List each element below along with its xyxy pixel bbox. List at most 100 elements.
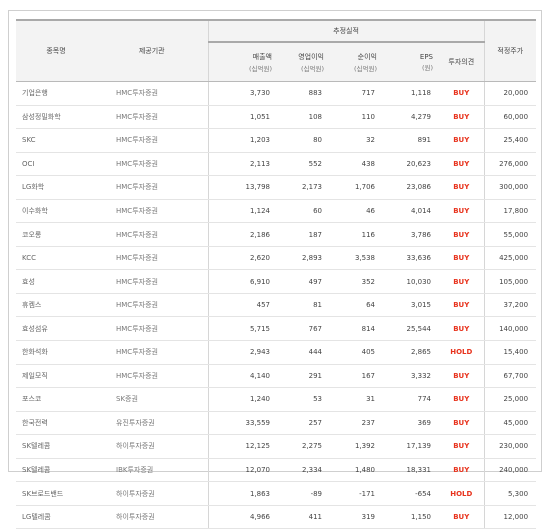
revenue-cell: 3,730	[207, 81, 278, 106]
stock-name-cell: LG화학	[16, 175, 96, 200]
table-row: SK텔레콤 IBK투자증권 12,070 2,334 1,480 18,331 BUY 240…	[16, 458, 537, 483]
revenue-cell: 1,863	[207, 481, 278, 506]
col-header-target: 적정주가	[483, 19, 537, 82]
target-price-cell: 60,000	[483, 105, 537, 130]
op-profit-cell: 2,275	[278, 434, 330, 459]
eps-cell: 23,086	[383, 175, 439, 200]
eps-cell: 1,118	[383, 81, 439, 106]
eps-cell: 3,786	[383, 222, 439, 247]
revenue-cell: 1,203	[207, 128, 278, 153]
opinion-cell: BUY	[439, 152, 485, 177]
stock-name-cell: 휴켐스	[16, 293, 96, 318]
net-profit-cell: 32	[330, 128, 383, 153]
stock-name-cell: SKC	[16, 128, 96, 153]
provider-cell: HMC투자증권	[96, 293, 208, 318]
table-row: 삼성정밀화학 HMC투자증권 1,051 108 110 4,279 BUY 60,000	[16, 105, 537, 130]
op-profit-cell: 53	[278, 387, 330, 412]
net-profit-cell: 64	[330, 293, 383, 318]
provider-cell: HMC투자증권	[96, 81, 208, 106]
eps-cell: 4,014	[383, 199, 439, 224]
eps-cell: 774	[383, 387, 439, 412]
eps-cell: 3,332	[383, 364, 439, 389]
net-profit-cell: 3,538	[330, 246, 383, 271]
op-profit-cell: 187	[278, 222, 330, 247]
revenue-cell: 13,798	[207, 175, 278, 200]
opinion-cell: BUY	[439, 458, 485, 483]
revenue-cell: 2,943	[207, 340, 278, 365]
target-price-cell: 67,700	[483, 364, 537, 389]
stock-name-cell: SK텔레콤	[16, 434, 96, 459]
op-profit-unit: (십억원)	[300, 64, 324, 73]
table-row: 한국전력 유진투자증권 33,559 257 237 369 BUY 45,000	[16, 411, 537, 436]
opinion-cell: HOLD	[439, 340, 485, 365]
target-price-cell: 240,000	[483, 458, 537, 483]
opinion-cell: BUY	[439, 411, 485, 436]
stock-name-cell: 한화석화	[16, 340, 96, 365]
op-profit-cell: 552	[278, 152, 330, 177]
eps-cell: 2,865	[383, 340, 439, 365]
net-profit-cell: 1,706	[330, 175, 383, 200]
eps-cell: -654	[383, 481, 439, 506]
op-profit-cell: 2,893	[278, 246, 330, 271]
eps-cell: 10,030	[383, 269, 439, 294]
provider-cell: IBK투자증권	[96, 458, 208, 483]
revenue-cell: 1,240	[207, 387, 278, 412]
opinion-cell: BUY	[439, 316, 485, 342]
revenue-cell: 12,125	[207, 434, 278, 459]
net-profit-cell: 814	[330, 316, 383, 342]
target-price-cell: 276,000	[483, 152, 537, 177]
col-header-net-profit: 순이익 (십억원)	[330, 41, 383, 82]
target-price-cell: 230,000	[483, 434, 537, 459]
opinion-cell: BUY	[439, 387, 485, 412]
revenue-cell: 6,910	[207, 269, 278, 294]
opinion-cell: BUY	[439, 128, 485, 153]
table-body: 기업은행 HMC투자증권 3,730 883 717 1,118 BUY 20,000 삼성정밀…	[16, 81, 537, 529]
opinion-cell: HOLD	[439, 481, 485, 506]
table-row: 한화석화 HMC투자증권 2,943 444 405 2,865 HOLD 15,400	[16, 340, 537, 365]
revenue-cell: 33,559	[207, 411, 278, 436]
net-profit-cell: 110	[330, 105, 383, 130]
table-row: 제일모직 HMC투자증권 4,140 291 167 3,332 BUY 67,700	[16, 364, 537, 389]
stock-name-cell: SK텔레콤	[16, 458, 96, 483]
target-price-cell: 20,000	[483, 81, 537, 106]
col-header-revenue: 매출액 (십억원)	[207, 41, 278, 82]
stock-name-cell: 제일모직	[16, 364, 96, 389]
op-profit-cell: 291	[278, 364, 330, 389]
target-price-cell: 105,000	[483, 269, 537, 294]
opinion-cell: BUY	[439, 175, 485, 200]
target-price-cell: 425,000	[483, 246, 537, 271]
net-profit-unit: (십억원)	[353, 64, 377, 73]
net-profit-cell: 405	[330, 340, 383, 365]
op-profit-cell: 60	[278, 199, 330, 224]
provider-cell: HMC투자증권	[96, 269, 208, 294]
eps-cell: 25,544	[383, 316, 439, 342]
net-profit-cell: 438	[330, 152, 383, 177]
provider-cell: HMC투자증권	[96, 246, 208, 271]
revenue-cell: 4,966	[207, 505, 278, 529]
net-profit-cell: 167	[330, 364, 383, 389]
target-price-cell: 45,000	[483, 411, 537, 436]
op-profit-cell: 2,173	[278, 175, 330, 200]
stock-name-cell: 효성	[16, 269, 96, 294]
stock-name-cell: 효성섬유	[16, 316, 96, 342]
revenue-cell: 457	[207, 293, 278, 318]
opinion-cell: BUY	[439, 246, 485, 271]
op-profit-cell: 80	[278, 128, 330, 153]
revenue-cell: 12,070	[207, 458, 278, 483]
provider-cell: HMC투자증권	[96, 199, 208, 224]
op-profit-cell: 497	[278, 269, 330, 294]
target-price-cell: 55,000	[483, 222, 537, 247]
net-profit-cell: 352	[330, 269, 383, 294]
provider-cell: HMC투자증권	[96, 364, 208, 389]
table-row: OCI HMC투자증권 2,113 552 438 20,623 BUY 276,000	[16, 152, 537, 177]
eps-cell: 3,015	[383, 293, 439, 318]
op-profit-cell: 81	[278, 293, 330, 318]
net-profit-cell: -171	[330, 481, 383, 506]
provider-cell: HMC투자증권	[96, 175, 208, 200]
stock-name-cell: 기업은행	[16, 81, 96, 106]
provider-cell: 유진투자증권	[96, 411, 208, 436]
stock-name-cell: SK브로드밴드	[16, 481, 96, 506]
target-price-cell: 25,000	[483, 387, 537, 412]
net-profit-cell: 31	[330, 387, 383, 412]
revenue-cell: 2,113	[207, 152, 278, 177]
